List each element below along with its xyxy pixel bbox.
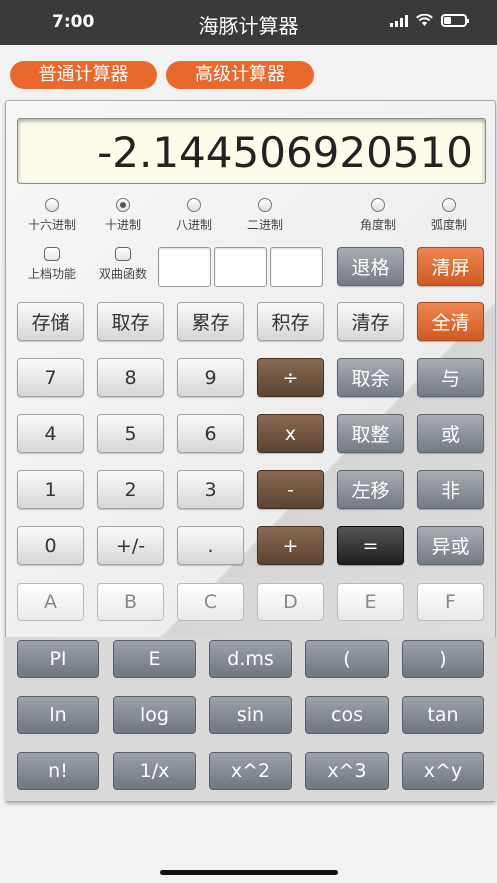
memory-store-button[interactable]: 存储 — [17, 302, 84, 341]
hex-e-button[interactable]: E — [337, 583, 404, 621]
digit-4-button[interactable]: 4 — [17, 414, 84, 453]
radio-radian-label: 弧度制 — [430, 218, 467, 232]
clear-screen-button[interactable]: 清屏 — [417, 247, 484, 286]
digit-3-button[interactable]: 3 — [177, 470, 244, 509]
memory-clear-button[interactable]: 清存 — [337, 302, 404, 341]
plus-button[interactable]: + — [257, 526, 324, 565]
digit-8-button[interactable]: 8 — [97, 358, 164, 397]
reciprocal-button[interactable]: 1/x — [113, 752, 196, 790]
radio-octal-label: 八进制 — [175, 218, 212, 232]
dms-button[interactable]: d.ms — [209, 640, 292, 678]
memory-multiply-button[interactable]: 积存 — [257, 302, 324, 341]
wifi-icon — [416, 14, 433, 26]
battery-icon — [441, 14, 469, 27]
digit-2-button[interactable]: 2 — [97, 470, 164, 509]
factorial-button[interactable]: n! — [17, 752, 99, 790]
memory-add-button[interactable]: 累存 — [177, 302, 244, 341]
digit-7-button[interactable]: 7 — [17, 358, 84, 397]
memory-box-1 — [158, 247, 211, 287]
right-paren-button[interactable]: ) — [402, 640, 484, 678]
result-display: -2.144506920510 — [17, 118, 486, 184]
radio-decimal-label: 十进制 — [104, 218, 141, 232]
status-icons — [390, 14, 469, 27]
memory-box-2 — [214, 247, 267, 287]
tan-button[interactable]: tan — [402, 696, 484, 734]
checkbox-hyperbolic[interactable] — [115, 247, 131, 261]
radio-octal[interactable] — [187, 198, 201, 212]
digit-1-button[interactable]: 1 — [17, 470, 84, 509]
and-button[interactable]: 与 — [417, 358, 484, 397]
divide-button[interactable]: ÷ — [257, 358, 324, 397]
not-button[interactable]: 非 — [417, 470, 484, 509]
cos-button[interactable]: cos — [305, 696, 389, 734]
hex-f-button[interactable]: F — [417, 583, 484, 621]
multiply-button[interactable]: x — [257, 414, 324, 453]
sin-button[interactable]: sin — [209, 696, 292, 734]
euler-e-button[interactable]: E — [113, 640, 196, 678]
or-button[interactable]: 或 — [417, 414, 484, 453]
radio-degree-label: 角度制 — [359, 218, 396, 232]
hex-d-button[interactable]: D — [257, 583, 324, 621]
digit-9-button[interactable]: 9 — [177, 358, 244, 397]
radio-binary[interactable] — [258, 198, 272, 212]
home-indicator[interactable] — [160, 870, 338, 875]
equals-button[interactable]: = — [337, 526, 404, 565]
power-button[interactable]: x^y — [402, 752, 484, 790]
pi-button[interactable]: PI — [17, 640, 99, 678]
radio-hex[interactable] — [45, 198, 59, 212]
ln-button[interactable]: ln — [17, 696, 99, 734]
hex-c-button[interactable]: C — [177, 583, 244, 621]
all-clear-button[interactable]: 全清 — [417, 302, 484, 341]
backspace-button[interactable]: 退格 — [337, 247, 404, 286]
decimal-point-button[interactable]: . — [177, 526, 244, 565]
int-button[interactable]: 取整 — [337, 414, 404, 453]
negate-button[interactable]: +/- — [97, 526, 164, 565]
cube-button[interactable]: x^3 — [305, 752, 389, 790]
tab-basic-calculator[interactable]: 普通计算器 — [10, 61, 157, 89]
signal-icon — [390, 14, 408, 27]
radio-hex-label: 十六进制 — [27, 218, 76, 232]
radio-degree[interactable] — [371, 198, 385, 212]
xor-button[interactable]: 异或 — [417, 526, 484, 565]
radio-decimal[interactable] — [116, 198, 130, 212]
square-button[interactable]: x^2 — [209, 752, 292, 790]
digit-5-button[interactable]: 5 — [97, 414, 164, 453]
display-value: -2.144506920510 — [97, 128, 473, 177]
checkbox-shift[interactable] — [44, 247, 60, 261]
log-button[interactable]: log — [113, 696, 196, 734]
radio-binary-label: 二进制 — [246, 218, 283, 232]
tab-advanced-calculator[interactable]: 高级计算器 — [166, 61, 314, 89]
memory-recall-button[interactable]: 取存 — [97, 302, 164, 341]
mod-button[interactable]: 取余 — [337, 358, 404, 397]
checkbox-shift-label: 上档功能 — [27, 267, 76, 281]
checkbox-hyperbolic-label: 双曲函数 — [98, 267, 147, 281]
minus-button[interactable]: - — [257, 470, 324, 509]
left-paren-button[interactable]: ( — [305, 640, 389, 678]
digit-6-button[interactable]: 6 — [177, 414, 244, 453]
hex-b-button[interactable]: B — [97, 583, 164, 621]
digit-0-button[interactable]: 0 — [17, 526, 84, 565]
left-shift-button[interactable]: 左移 — [337, 470, 404, 509]
radio-radian[interactable] — [442, 198, 456, 212]
memory-box-3 — [270, 247, 323, 287]
status-bar: 7:00 海豚计算器 — [0, 0, 497, 45]
hex-a-button[interactable]: A — [17, 583, 84, 621]
